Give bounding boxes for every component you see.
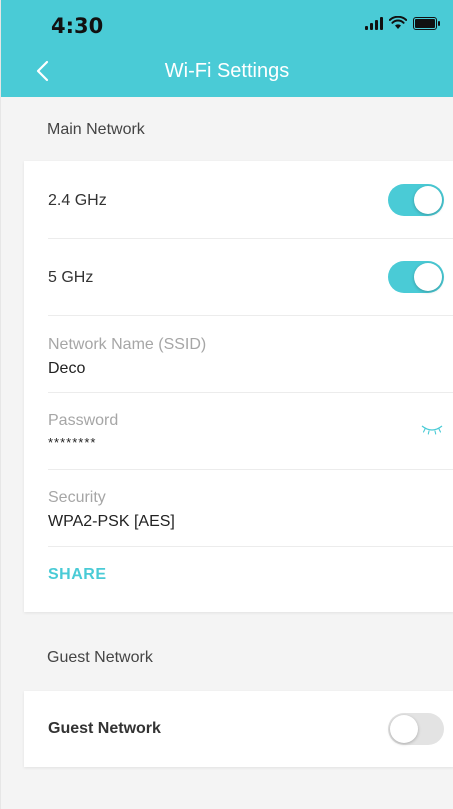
guest-network-label: Guest Network [48, 720, 161, 737]
cellular-signal-icon [365, 16, 383, 30]
eye-closed-icon[interactable] [420, 423, 444, 437]
ssid-label: Network Name (SSID) [48, 336, 207, 353]
toggle-knob [390, 715, 418, 743]
nav-bar: Wi-Fi Settings [1, 48, 453, 96]
status-time: 4:30 [51, 14, 104, 38]
status-icons [365, 16, 440, 30]
page-title: Wi-Fi Settings [164, 60, 290, 82]
toggle-knob [414, 263, 442, 291]
band-5-row: 5 GHz [48, 239, 453, 316]
battery-icon [413, 16, 440, 30]
security-label: Security [48, 489, 106, 506]
main-network-section-label: Main Network [47, 121, 145, 138]
ssid-value: Deco [48, 360, 86, 377]
ssid-row[interactable]: Network Name (SSID) Deco [48, 316, 453, 393]
password-label: Password [48, 412, 119, 429]
guest-network-section-label: Guest Network [47, 649, 153, 666]
security-row[interactable]: Security WPA2-PSK [AES] [48, 470, 453, 547]
status-bar: 4:30 [1, 0, 453, 44]
guest-network-toggle[interactable] [388, 713, 444, 745]
share-button[interactable]: SHARE [48, 566, 107, 584]
guest-network-card: Guest Network [24, 691, 453, 767]
share-row: SHARE [48, 547, 453, 612]
password-value: ******** [48, 435, 97, 450]
guest-network-row: Guest Network [48, 691, 453, 767]
screen: 4:30 Wi-Fi Settings Main Network 2.4 GHz… [0, 0, 453, 809]
header-bar: 4:30 Wi-Fi Settings [1, 0, 453, 97]
security-value: WPA2-PSK [AES] [48, 513, 175, 530]
band-5-toggle[interactable] [388, 261, 444, 293]
wifi-icon [389, 16, 407, 29]
band-24-row: 2.4 GHz [48, 161, 453, 239]
password-row[interactable]: Password ******** [48, 393, 453, 470]
band-24-toggle[interactable] [388, 184, 444, 216]
toggle-knob [414, 186, 442, 214]
main-network-card: 2.4 GHz 5 GHz Network Name (SSID) Deco P… [24, 161, 453, 612]
band-24-label: 2.4 GHz [48, 192, 107, 209]
band-5-label: 5 GHz [48, 269, 94, 286]
